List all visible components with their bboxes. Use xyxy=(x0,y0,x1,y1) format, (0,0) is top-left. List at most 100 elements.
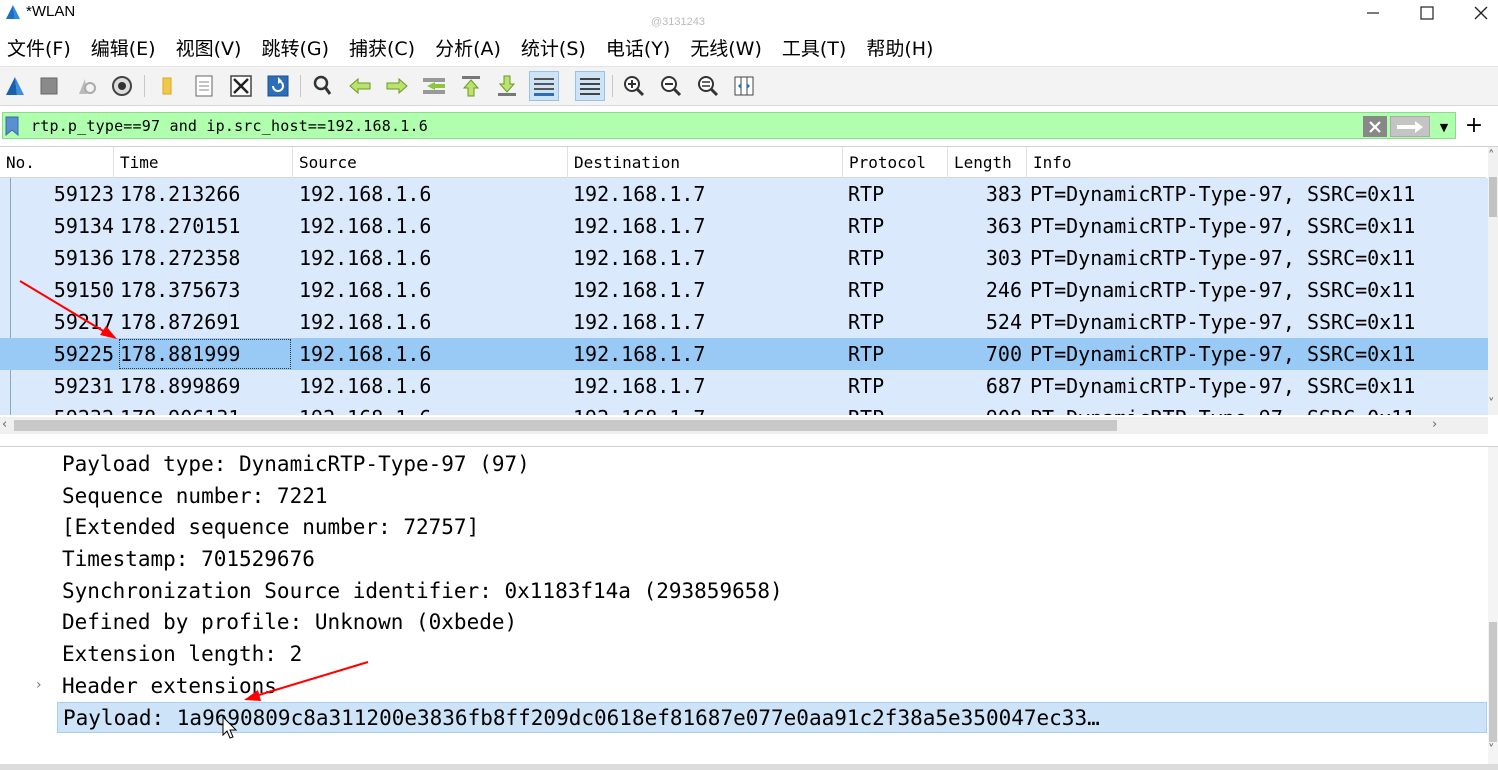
packet-row[interactable]: 59150 178.375673 192.168.1.6 192.168.1.7… xyxy=(0,274,1488,306)
title-bar: *WLAN @3131243 xyxy=(0,0,1498,28)
menu-telephony[interactable]: 电话(Y) xyxy=(600,34,676,61)
go-to-packet-button[interactable] xyxy=(419,71,449,101)
detail-field-header-extensions[interactable]: Header extensions xyxy=(62,671,277,702)
menu-wireless[interactable]: 无线(W) xyxy=(684,34,768,61)
cell-source: 192.168.1.6 xyxy=(299,310,432,334)
toolbar-separator xyxy=(612,75,613,97)
clear-filter-button[interactable] xyxy=(1363,116,1387,137)
bookmark-icon[interactable] xyxy=(5,116,19,136)
menu-edit[interactable]: 编辑(E) xyxy=(85,34,162,61)
detail-field-timestamp[interactable]: Timestamp: 701529676 xyxy=(62,544,315,575)
scrollbar-thumb[interactable] xyxy=(1489,622,1497,742)
packet-list-horizontal-scrollbar[interactable]: ‹ › xyxy=(0,417,1488,434)
apply-filter-button[interactable] xyxy=(1390,116,1430,137)
packet-row[interactable]: 59136 178.272358 192.168.1.6 192.168.1.7… xyxy=(0,242,1488,274)
display-filter-input[interactable]: rtp.p_type==97 and ip.src_host==192.168.… xyxy=(2,112,1456,139)
packet-row[interactable]: 59123 178.213266 192.168.1.6 192.168.1.7… xyxy=(0,178,1488,210)
column-header-protocol[interactable]: Protocol xyxy=(843,147,948,178)
detail-field-extended-sequence[interactable]: [Extended sequence number: 72757] xyxy=(62,512,479,543)
zoom-in-button[interactable] xyxy=(619,71,649,101)
colorize-button[interactable] xyxy=(575,71,605,101)
detail-field-payload-selected[interactable]: Payload: 1a9690809c8a311200e3836fb8ff209… xyxy=(57,702,1487,733)
column-header-destination[interactable]: Destination xyxy=(568,147,843,178)
packet-row-selected[interactable]: 59225 178.881999 192.168.1.6 192.168.1.7… xyxy=(0,338,1488,370)
cell-time: 178.899869 xyxy=(120,374,241,398)
scroll-down-icon[interactable]: ˅ xyxy=(1488,397,1495,412)
menu-analyze[interactable]: 分析(A) xyxy=(429,34,507,61)
last-packet-icon xyxy=(498,75,516,96)
go-back-button[interactable] xyxy=(345,71,375,101)
detail-field-ssrc[interactable]: Synchronization Source identifier: 0x118… xyxy=(62,576,783,607)
cell-protocol: RTP xyxy=(848,278,885,302)
cell-no: 59232 xyxy=(14,402,114,415)
details-vertical-scrollbar[interactable]: ˅ xyxy=(1488,447,1498,765)
minimize-button[interactable] xyxy=(1346,0,1400,26)
packet-row[interactable]: 59217 178.872691 192.168.1.6 192.168.1.7… xyxy=(0,306,1488,338)
maximize-button[interactable] xyxy=(1400,0,1454,26)
column-header-time[interactable]: Time xyxy=(114,147,293,178)
open-file-button[interactable] xyxy=(152,71,182,101)
menu-file[interactable]: 文件(F) xyxy=(1,34,77,61)
scrollbar-thumb[interactable] xyxy=(1489,177,1497,217)
packet-row[interactable]: 59134 178.270151 192.168.1.6 192.168.1.7… xyxy=(0,210,1488,242)
add-filter-button[interactable]: + xyxy=(1462,112,1486,139)
reload-file-button[interactable] xyxy=(263,71,293,101)
packet-list-vertical-scrollbar[interactable]: ˄ ˅ xyxy=(1488,147,1498,415)
autoscroll-button[interactable] xyxy=(529,71,559,101)
stop-capture-button[interactable] xyxy=(34,71,64,101)
detail-field-payload-type[interactable]: Payload type: DynamicRTP-Type-97 (97) xyxy=(62,449,530,480)
column-header-info[interactable]: Info xyxy=(1027,147,1447,178)
cell-destination: 192.168.1.7 xyxy=(573,374,706,398)
filter-text[interactable]: rtp.p_type==97 and ip.src_host==192.168.… xyxy=(31,117,428,135)
first-packet-button[interactable] xyxy=(456,71,486,101)
column-header-no[interactable]: No. xyxy=(0,147,114,178)
menu-statistics[interactable]: 统计(S) xyxy=(515,34,592,61)
cell-length: 383 xyxy=(985,182,1022,206)
clear-icon xyxy=(1369,120,1381,133)
cell-source: 192.168.1.6 xyxy=(299,246,432,270)
cell-no: 59231 xyxy=(53,374,114,398)
packet-row[interactable]: 59232 178.906131 192.168.1.6 192.168.1.7… xyxy=(0,402,1488,415)
bottom-splitter[interactable] xyxy=(0,764,1498,770)
close-window-button[interactable] xyxy=(1454,0,1498,26)
zoom-in-icon xyxy=(624,76,645,97)
detail-field-sequence-number[interactable]: Sequence number: 7221 xyxy=(62,481,328,512)
cell-info: PT=DynamicRTP-Type-97, SSRC=0x11 xyxy=(1030,246,1416,270)
arrow-right-icon xyxy=(1397,120,1423,133)
column-header-source[interactable]: Source xyxy=(293,147,568,178)
chevron-down-icon: ▼ xyxy=(1439,120,1449,134)
cell-length: 363 xyxy=(985,214,1022,238)
save-file-button[interactable] xyxy=(189,71,219,101)
menu-view[interactable]: 视图(V) xyxy=(170,34,248,61)
menu-tools[interactable]: 工具(T) xyxy=(776,34,852,61)
resize-columns-button[interactable] xyxy=(729,71,759,101)
scroll-right-icon[interactable]: › xyxy=(1432,417,1437,432)
column-header-length[interactable]: Length xyxy=(948,147,1027,178)
menu-capture[interactable]: 捕获(C) xyxy=(343,34,421,61)
packet-row[interactable]: 59231 178.899869 192.168.1.6 192.168.1.7… xyxy=(0,370,1488,402)
chevron-right-icon[interactable]: › xyxy=(36,677,42,693)
menu-help[interactable]: 帮助(H) xyxy=(860,34,939,61)
cell-no: 59136 xyxy=(53,246,114,270)
go-to-packet-icon xyxy=(423,78,445,94)
restart-capture-button[interactable] xyxy=(71,71,101,101)
start-capture-button[interactable] xyxy=(0,71,30,101)
find-packet-button[interactable] xyxy=(308,71,338,101)
last-packet-button[interactable] xyxy=(492,71,522,101)
menu-go[interactable]: 跳转(G) xyxy=(255,34,335,61)
scroll-down-icon[interactable]: ˅ xyxy=(1488,743,1495,758)
scrollbar-thumb[interactable] xyxy=(14,420,1117,431)
normal-size-icon xyxy=(698,76,719,97)
go-forward-button[interactable] xyxy=(382,71,412,101)
detail-field-profile[interactable]: Defined by profile: Unknown (0xbede) xyxy=(62,607,517,638)
display-filter-bar: rtp.p_type==97 and ip.src_host==192.168.… xyxy=(0,112,1498,140)
capture-options-button[interactable] xyxy=(107,71,137,101)
scroll-up-icon[interactable]: ˄ xyxy=(1488,149,1495,164)
close-file-button[interactable] xyxy=(226,71,256,101)
filter-history-dropdown[interactable]: ▼ xyxy=(1435,119,1453,135)
zoom-out-button[interactable] xyxy=(656,71,686,101)
cell-destination: 192.168.1.7 xyxy=(573,214,706,238)
detail-field-extension-length[interactable]: Extension length: 2 xyxy=(62,639,302,670)
normal-size-button[interactable] xyxy=(693,71,723,101)
scroll-left-icon[interactable]: ‹ xyxy=(2,417,7,432)
